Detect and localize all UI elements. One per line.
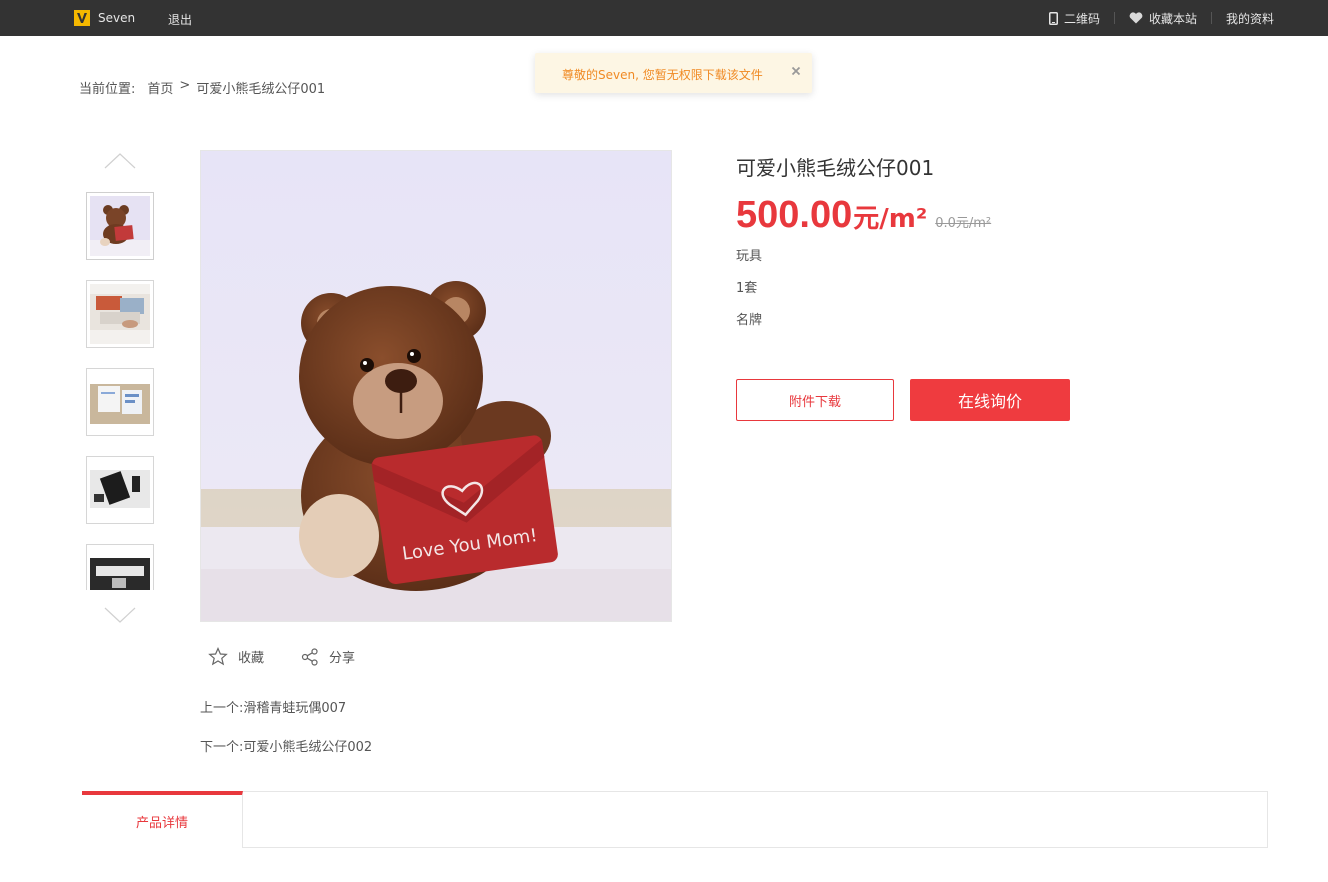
thumbnail-image xyxy=(90,460,150,520)
thumbnail-image xyxy=(90,548,150,590)
download-attachment-button[interactable]: 附件下载 xyxy=(736,379,894,421)
price-row: 500.00 元/m² 0.0元/m² xyxy=(736,194,991,237)
thumbnail-documents-desk[interactable] xyxy=(86,368,154,436)
price-unit: 元/m² xyxy=(853,204,928,234)
image-actions: 收藏 分享 xyxy=(208,647,392,666)
thumbnail-teddy-bear[interactable] xyxy=(86,192,154,260)
thumbnail-tablet-phone[interactable] xyxy=(86,456,154,524)
thumbnail-image xyxy=(90,196,150,256)
logo-icon[interactable] xyxy=(74,10,90,26)
product-brand: 名牌 xyxy=(736,313,763,328)
breadcrumb-home[interactable]: 首页 xyxy=(147,78,173,97)
next-product: 下一个:可爱小熊毛绒公仔002 xyxy=(200,736,372,755)
favorite-button[interactable]: 收藏 xyxy=(208,647,264,666)
product-quantity: 1套 xyxy=(736,281,758,296)
original-price: 0.0元/m² xyxy=(935,216,992,231)
logout-link[interactable]: 退出 xyxy=(168,11,192,28)
thumbnail-image xyxy=(90,372,150,432)
permission-toast: 尊敬的Seven, 您暂无权限下载该文件 xyxy=(535,53,812,93)
divider xyxy=(1210,12,1212,24)
favorite-label: 收藏 xyxy=(238,651,265,666)
breadcrumb-separator: > xyxy=(179,78,191,93)
qrcode-label: 二维码 xyxy=(1063,11,1100,26)
share-icon xyxy=(301,647,318,666)
heart-icon xyxy=(1129,12,1143,24)
product-title: 可爱小熊毛绒公仔001 xyxy=(736,156,935,180)
my-profile-link[interactable]: 我的资料 xyxy=(1226,10,1274,27)
breadcrumb: 当前位置: 首页 > 可爱小熊毛绒公仔001 xyxy=(79,78,331,97)
thumbnail-laptop-desk[interactable] xyxy=(86,280,154,348)
close-icon[interactable] xyxy=(789,64,803,78)
breadcrumb-label: 当前位置: xyxy=(79,82,136,97)
thumbnail-list xyxy=(86,192,154,590)
phone-icon xyxy=(1048,11,1058,25)
share-label: 分享 xyxy=(329,651,356,666)
username: Seven xyxy=(98,11,136,25)
toast-message: 尊敬的Seven, 您暂无权限下载该文件 xyxy=(562,68,763,82)
tab-product-details[interactable]: 产品详情 xyxy=(82,791,243,848)
chevron-up-icon[interactable] xyxy=(104,152,136,170)
star-icon xyxy=(208,647,228,666)
prev-label: 上一个: xyxy=(200,701,244,716)
favorite-site-link[interactable]: 收藏本站 xyxy=(1129,10,1197,27)
next-label: 下一个: xyxy=(200,740,244,755)
favorite-site-label: 收藏本站 xyxy=(1148,11,1197,26)
product-price: 500.00 xyxy=(736,194,853,236)
thumbnail-workspace[interactable] xyxy=(86,544,154,590)
product-category: 玩具 xyxy=(736,249,763,264)
qrcode-link[interactable]: 二维码 xyxy=(1048,10,1100,27)
top-right-links: 二维码 收藏本站 我的资料 xyxy=(1048,0,1274,36)
online-inquiry-button[interactable]: 在线询价 xyxy=(910,379,1070,421)
next-product-link[interactable]: 可爱小熊毛绒公仔002 xyxy=(243,740,372,755)
chevron-down-icon[interactable] xyxy=(104,606,136,624)
breadcrumb-current[interactable]: 可爱小熊毛绒公仔001 xyxy=(196,78,325,97)
top-bar: Seven 退出 二维码 收藏本站 我的资料 xyxy=(0,0,1328,36)
share-button[interactable]: 分享 xyxy=(301,647,355,666)
prev-product: 上一个:滑稽青蛙玩偶007 xyxy=(200,697,346,716)
main-product-image[interactable]: Love You Mom! xyxy=(200,150,672,622)
prev-product-link[interactable]: 滑稽青蛙玩偶007 xyxy=(243,701,346,716)
divider xyxy=(1113,12,1115,24)
thumbnail-image xyxy=(90,284,150,344)
detail-tabs: 产品详情 xyxy=(82,791,1268,848)
my-profile-label: 我的资料 xyxy=(1225,11,1274,26)
